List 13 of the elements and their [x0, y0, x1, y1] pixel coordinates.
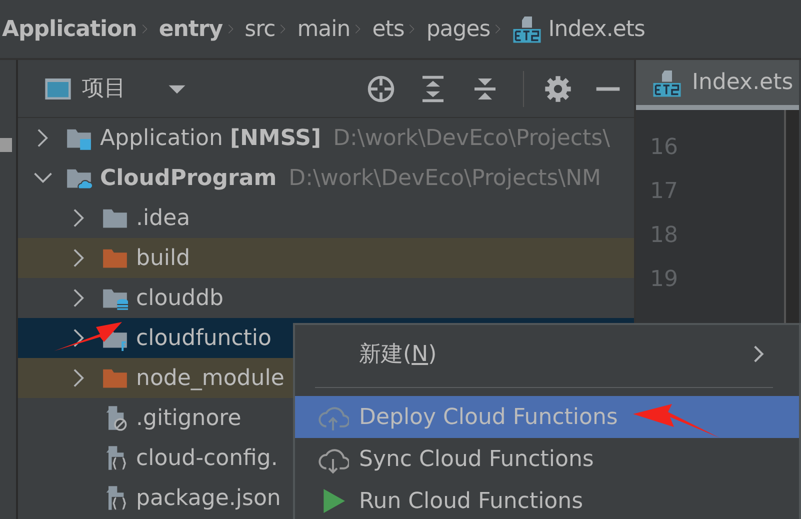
item-name: build: [136, 244, 190, 272]
item-name: clouddb: [136, 284, 224, 312]
item-name: cloud-config.: [136, 444, 278, 472]
module-tag: [NMSS]: [230, 122, 322, 154]
item-name: .gitignore: [136, 404, 242, 432]
item-name: CloudProgram: [100, 164, 277, 192]
path-text: D:\work\DevEco\Projects\: [333, 124, 610, 152]
item-name: node_module: [136, 364, 284, 392]
path-text: D:\work\DevEco\Projects\NM: [288, 164, 602, 192]
item-name: .idea: [136, 204, 190, 232]
item-name: Application: [100, 124, 223, 152]
item-name: package.json: [136, 484, 281, 512]
item-name: cloudfunctio: [136, 324, 272, 352]
